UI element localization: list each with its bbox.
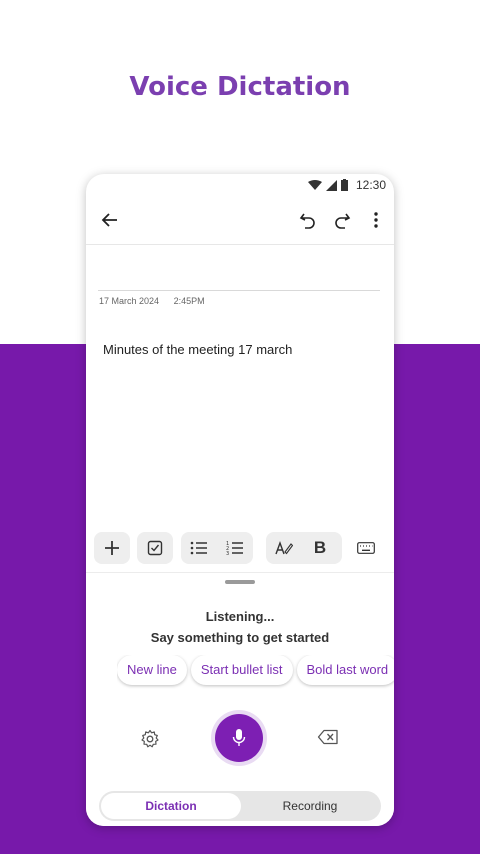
formatting-toolbar: 123 B [86, 530, 394, 566]
undo-button[interactable] [294, 206, 322, 234]
bold-button[interactable]: B [302, 532, 338, 564]
undo-icon [299, 213, 315, 229]
bullet-list-button[interactable] [181, 532, 217, 564]
more-options-button[interactable] [362, 206, 390, 234]
settings-button[interactable] [140, 729, 162, 751]
dictation-hint: Say something to get started [150, 630, 330, 645]
signal-icon [325, 179, 337, 191]
mode-tabs: Dictation Recording [99, 791, 381, 821]
microphone-icon [232, 729, 246, 746]
numbered-list-button[interactable]: 123 [217, 532, 253, 564]
more-vertical-icon [374, 212, 378, 228]
gear-icon [141, 729, 159, 748]
tab-dictation[interactable]: Dictation [101, 793, 241, 819]
back-button[interactable] [96, 206, 124, 234]
dictation-panel: Listening... Say something to get starte… [86, 572, 394, 826]
backspace-icon [317, 729, 338, 745]
note-body-text[interactable]: Minutes of the meeting 17 march [103, 342, 292, 357]
app-bar-divider [86, 244, 394, 245]
status-time: 12:30 [355, 178, 386, 192]
drag-handle[interactable] [225, 580, 255, 584]
suggestion-chips: New line Start bullet list Bold last word [117, 655, 394, 689]
battery-icon [340, 179, 348, 191]
chip-bold-last-word[interactable]: Bold last word [296, 655, 394, 685]
chip-new-line[interactable]: New line [117, 655, 187, 685]
phone-frame: 12:30 17 March 2024 2:45PM Minutes of th… [86, 174, 394, 826]
svg-text:3: 3 [226, 551, 229, 556]
keyboard-icon [357, 542, 375, 554]
tab-recording[interactable]: Recording [241, 793, 379, 819]
bold-icon: B [313, 538, 327, 557]
wifi-icon [307, 179, 322, 190]
arrow-left-icon [101, 213, 117, 227]
note-time: 2:45PM [173, 296, 205, 306]
numbered-list-icon: 123 [226, 541, 243, 556]
pen-text-icon [275, 540, 293, 555]
chip-start-bullet-list[interactable]: Start bullet list [190, 655, 293, 685]
page-headline: Voice Dictation [129, 72, 351, 102]
checkbox-icon [147, 540, 163, 556]
redo-button[interactable] [328, 206, 356, 234]
plus-icon [105, 541, 119, 555]
app-bar [86, 200, 394, 244]
microphone-button[interactable] [211, 710, 267, 766]
backspace-button[interactable] [317, 729, 341, 751]
add-button[interactable] [94, 532, 130, 564]
text-style-button[interactable] [266, 532, 302, 564]
bullet-list-icon [190, 541, 207, 555]
note-date: 17 March 2024 [99, 296, 160, 306]
title-underline [98, 290, 380, 291]
note-meta: 17 March 2024 2:45PM [99, 296, 217, 306]
status-bar: 12:30 [86, 174, 394, 198]
checkbox-list-button[interactable] [137, 532, 173, 564]
listening-status: Listening... [205, 609, 275, 624]
keyboard-button[interactable] [348, 532, 384, 564]
redo-icon [335, 213, 351, 229]
